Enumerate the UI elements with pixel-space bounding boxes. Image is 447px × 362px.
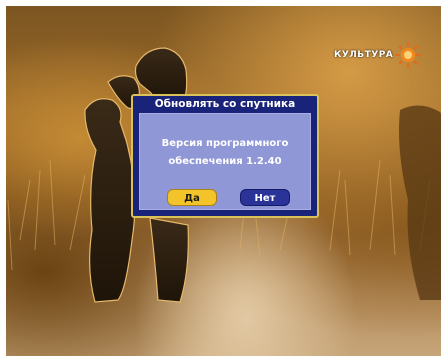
dialog-title: Обновлять со спутника — [154, 98, 296, 110]
yes-button[interactable]: Да — [167, 189, 217, 206]
meerkat-right-blurred — [399, 105, 447, 300]
update-dialog: Обновлять со спутника Версия программног… — [131, 94, 319, 218]
dialog-body: Версия программного обеспечения 1.2.40 Д… — [139, 113, 311, 210]
channel-logo: КУЛЬТУРА — [334, 42, 422, 68]
channel-logo-text: КУЛЬТУРА — [334, 50, 394, 60]
message-line-2: обеспечения 1.2.40 — [168, 156, 282, 167]
tv-screen: КУЛЬТУРА Обновлять со спутника Версия пр… — [0, 0, 447, 362]
no-button[interactable]: Нет — [240, 189, 290, 206]
dialog-message: Версия программного обеспечения 1.2.40 — [140, 135, 310, 171]
message-line-1: Версия программного — [161, 138, 289, 149]
sun-logo-icon — [395, 42, 422, 68]
meerkat-left — [84, 98, 136, 303]
